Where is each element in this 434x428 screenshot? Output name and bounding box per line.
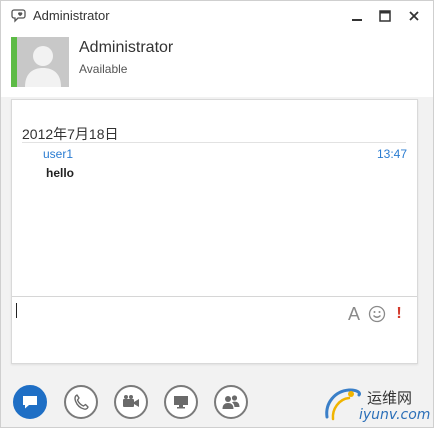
watermark-en: iyunv.com bbox=[359, 407, 431, 423]
minimize-button[interactable] bbox=[345, 5, 369, 27]
lync-chat-icon bbox=[11, 7, 29, 25]
phone-icon bbox=[74, 394, 89, 410]
font-button[interactable]: A bbox=[346, 304, 362, 324]
date-heading: 2012年7月18日 bbox=[22, 126, 119, 142]
video-camera-icon bbox=[123, 395, 139, 407]
maximize-button[interactable] bbox=[373, 5, 397, 27]
contact-status: Available bbox=[79, 62, 128, 76]
conversation-window: Administrator Administrator Available 20… bbox=[0, 0, 434, 428]
window-title: Administrator bbox=[33, 8, 110, 23]
participants-button[interactable] bbox=[214, 385, 248, 419]
message-sender[interactable]: user1 bbox=[43, 147, 73, 161]
default-avatar-icon bbox=[17, 37, 69, 87]
message-input[interactable] bbox=[20, 301, 340, 321]
avatar[interactable] bbox=[17, 37, 69, 87]
contact-header: Administrator Available bbox=[1, 31, 433, 97]
text-caret bbox=[16, 303, 17, 318]
contact-name[interactable]: Administrator bbox=[79, 39, 173, 57]
people-icon bbox=[222, 395, 240, 409]
maximize-icon bbox=[379, 10, 391, 22]
conversation-pane: 2012年7月18日 user1 13:47 hello A ! bbox=[11, 99, 418, 364]
message-timestamp: 13:47 bbox=[376, 147, 407, 161]
call-button[interactable] bbox=[64, 385, 98, 419]
close-icon bbox=[409, 11, 419, 21]
present-button[interactable] bbox=[164, 385, 198, 419]
title-bar[interactable]: Administrator bbox=[1, 1, 433, 31]
important-flag-button[interactable]: ! bbox=[394, 305, 404, 323]
watermark: 运维网 iyunv.com bbox=[321, 381, 431, 425]
smiley-icon bbox=[368, 305, 386, 323]
watermark-cn: 运维网 bbox=[367, 389, 413, 407]
chat-bubble-icon bbox=[23, 396, 37, 409]
compose-area[interactable]: A ! bbox=[12, 297, 417, 363]
monitor-icon bbox=[174, 396, 188, 409]
message-text: hello bbox=[46, 166, 75, 180]
emoticon-button[interactable] bbox=[368, 305, 386, 323]
close-button[interactable] bbox=[402, 5, 426, 27]
im-mode-button[interactable] bbox=[13, 385, 47, 419]
video-button[interactable] bbox=[114, 385, 148, 419]
date-divider bbox=[22, 142, 406, 143]
minimize-icon bbox=[352, 19, 362, 21]
